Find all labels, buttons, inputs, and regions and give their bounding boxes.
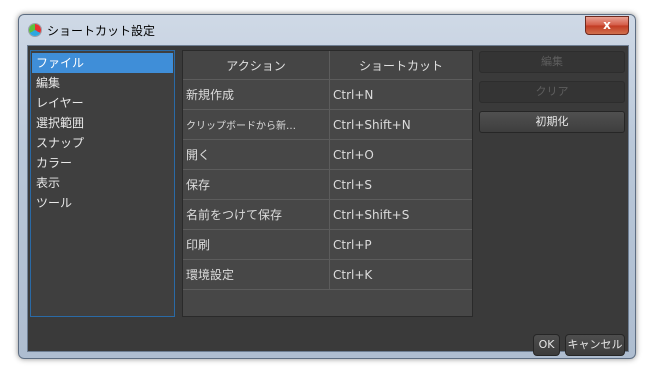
- app-icon: [29, 24, 41, 36]
- dialog-body: ファイル 編集 レイヤー 選択範囲 スナップ カラー 表示 ツール アクション …: [27, 45, 629, 356]
- title-bar[interactable]: ショートカット設定 x: [19, 15, 635, 45]
- shortcut-table: アクション ショートカット 新規作成 Ctrl+N クリップボードから新… Ct…: [182, 50, 473, 317]
- shortcut-cell: Ctrl+N: [329, 79, 472, 110]
- close-icon: x: [603, 18, 611, 32]
- category-item-snap[interactable]: スナップ: [32, 133, 173, 153]
- action-cell: 印刷: [183, 229, 330, 260]
- edit-button[interactable]: 編集: [479, 51, 625, 73]
- category-item-edit[interactable]: 編集: [32, 73, 173, 93]
- category-item-file[interactable]: ファイル: [32, 53, 173, 73]
- table-row[interactable]: 新規作成 Ctrl+N: [183, 79, 472, 110]
- window-title: ショートカット設定: [47, 24, 156, 38]
- category-item-view[interactable]: 表示: [32, 173, 173, 193]
- category-item-layer[interactable]: レイヤー: [32, 93, 173, 113]
- ok-button[interactable]: OK: [533, 334, 560, 356]
- shortcut-cell: Ctrl+Shift+N: [329, 109, 472, 140]
- shortcut-cell: Ctrl+P: [329, 229, 472, 260]
- column-header-shortcut[interactable]: ショートカット: [329, 51, 472, 80]
- clear-button[interactable]: クリア: [479, 81, 625, 103]
- shortcut-cell: Ctrl+K: [329, 259, 472, 290]
- shortcut-settings-dialog: ショートカット設定 x ファイル 編集 レイヤー 選択範囲 スナップ カラー 表…: [18, 14, 636, 359]
- action-cell: 環境設定: [183, 259, 330, 290]
- category-item-tool[interactable]: ツール: [32, 193, 173, 213]
- close-button[interactable]: x: [585, 16, 629, 35]
- category-item-color[interactable]: カラー: [32, 153, 173, 173]
- table-row[interactable]: 名前をつけて保存 Ctrl+Shift+S: [183, 199, 472, 230]
- table-row[interactable]: クリップボードから新… Ctrl+Shift+N: [183, 109, 472, 140]
- table-row[interactable]: 印刷 Ctrl+P: [183, 229, 472, 260]
- shortcut-cell: Ctrl+Shift+S: [329, 199, 472, 230]
- table-row[interactable]: 保存 Ctrl+S: [183, 169, 472, 200]
- action-cell: 名前をつけて保存: [183, 199, 330, 230]
- action-cell: クリップボードから新…: [183, 109, 330, 140]
- table-row[interactable]: 環境設定 Ctrl+K: [183, 259, 472, 290]
- action-cell: 新規作成: [183, 79, 330, 110]
- cancel-button[interactable]: キャンセル: [565, 334, 625, 356]
- shortcut-cell: Ctrl+S: [329, 169, 472, 200]
- table-row[interactable]: 開く Ctrl+O: [183, 139, 472, 170]
- category-item-selection[interactable]: 選択範囲: [32, 113, 173, 133]
- shortcut-cell: Ctrl+O: [329, 139, 472, 170]
- action-cell: 開く: [183, 139, 330, 170]
- reset-button[interactable]: 初期化: [479, 111, 625, 133]
- category-list[interactable]: ファイル 編集 レイヤー 選択範囲 スナップ カラー 表示 ツール: [30, 50, 175, 317]
- action-cell: 保存: [183, 169, 330, 200]
- column-header-action[interactable]: アクション: [183, 51, 330, 80]
